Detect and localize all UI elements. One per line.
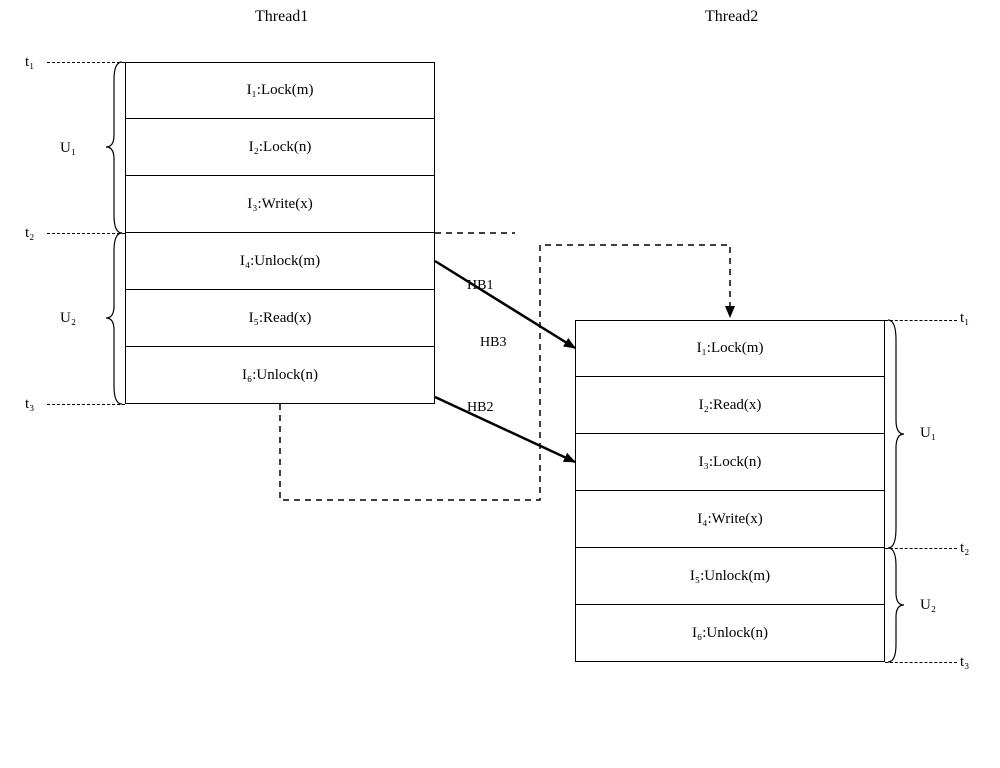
diagram-canvas: Thread1 Thread2 t₁ t₂ t₃ U₁ U₂ t₁ t₂ t₃ … [0, 0, 1000, 768]
t2-left-dash [47, 233, 125, 234]
u2-right-label: U₂ [920, 597, 936, 614]
t3-right-label: t₃ [960, 654, 969, 671]
thread2-row: I₆:Unlock(n) [575, 605, 885, 662]
thread1-row: I₄:Unlock(m) [125, 233, 435, 290]
thread2-row: I₁:Lock(m) [575, 320, 885, 377]
thread2-header: Thread2 [705, 8, 758, 26]
hb2-label: HB2 [467, 400, 493, 416]
t1-right-dash [885, 320, 957, 321]
thread1-row: I₅:Read(x) [125, 290, 435, 347]
t1-left-dash [47, 62, 125, 63]
thread1-row: I₃:Write(x) [125, 176, 435, 233]
thread2-row: I₅:Unlock(m) [575, 548, 885, 605]
thread1-row: I₆:Unlock(n) [125, 347, 435, 404]
thread1-row: I₁:Lock(m) [125, 62, 435, 119]
t1-right-label: t₁ [960, 310, 969, 327]
hb1-label: HB1 [467, 278, 493, 294]
t2-left-label: t₂ [25, 225, 34, 242]
hb3-label: HB3 [480, 335, 506, 351]
thread1-row: I₂:Lock(n) [125, 119, 435, 176]
thread1-header: Thread1 [255, 8, 308, 26]
t3-left-label: t₃ [25, 396, 34, 413]
t2-right-label: t₂ [960, 540, 969, 557]
u2-left-label: U₂ [60, 310, 76, 327]
thread2-row: I₂:Read(x) [575, 377, 885, 434]
u1-right-label: U₁ [920, 425, 936, 442]
thread2-row: I₄:Write(x) [575, 491, 885, 548]
t3-left-dash [47, 404, 125, 405]
u1-left-label: U₁ [60, 140, 76, 157]
thread2-row: I₃:Lock(n) [575, 434, 885, 491]
t2-right-dash [885, 548, 957, 549]
t1-left-label: t₁ [25, 54, 34, 71]
t3-right-dash [885, 662, 957, 663]
